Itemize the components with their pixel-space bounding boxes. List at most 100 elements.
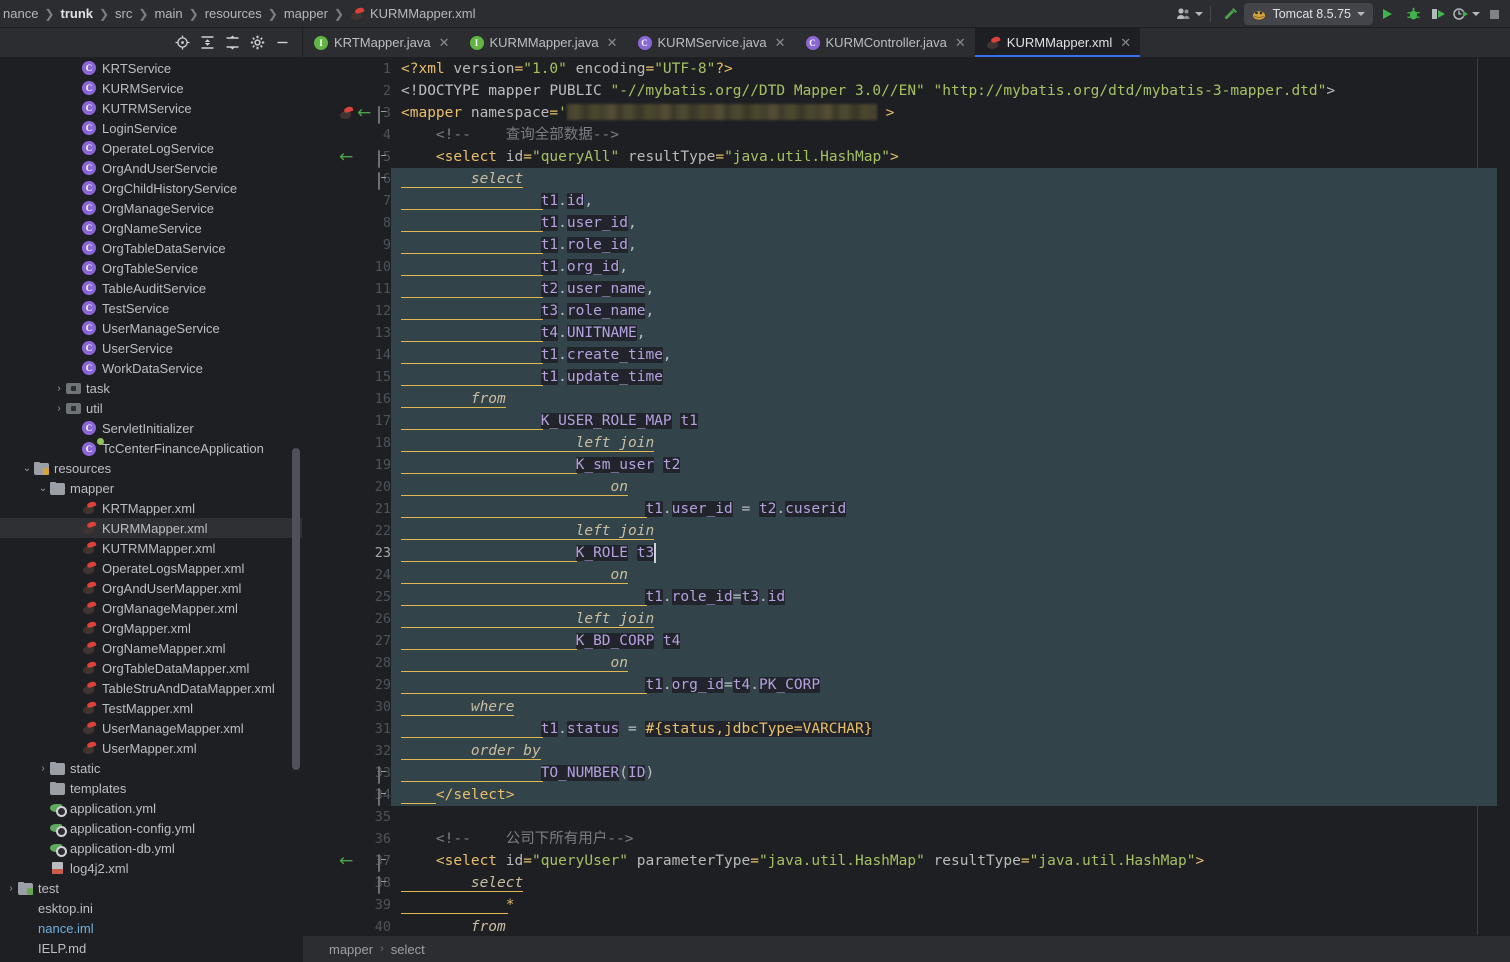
gutter-line-31[interactable]: 31 bbox=[303, 718, 391, 740]
code-area[interactable]: 1 2 3 ← 4 5 ← 6 7 8 9 10 11 12 13 14 15 16 17 18 19 20 21 22 23 2… bbox=[303, 58, 1510, 935]
tree-item-krtmapper-xml[interactable]: KRTMapper.xml bbox=[0, 498, 302, 518]
tree-item-application-config-yml[interactable]: application-config.yml bbox=[0, 818, 302, 838]
code-fold-toggle[interactable] bbox=[378, 106, 389, 124]
code-line-29[interactable]: t1.org_id=t4.PK_CORP bbox=[391, 674, 1510, 696]
chevron-right-icon[interactable]: › bbox=[4, 883, 18, 894]
gutter-line-38[interactable]: 38 bbox=[303, 872, 391, 894]
chevron-right-icon[interactable]: › bbox=[52, 403, 66, 414]
code-line-25[interactable]: t1.role_id=t3.id bbox=[391, 586, 1510, 608]
run-with-coverage-button[interactable] bbox=[1427, 2, 1451, 26]
tree-item-testmapper-xml[interactable]: TestMapper.xml bbox=[0, 698, 302, 718]
tab-krtmapper-java[interactable]: I KRTMapper.java ✕ bbox=[303, 28, 459, 57]
gutter-line-6[interactable]: 6 bbox=[303, 168, 391, 190]
code-line-16[interactable]: from bbox=[391, 388, 1510, 410]
hide-icon[interactable] bbox=[275, 35, 290, 50]
tree-item-application-db-yml[interactable]: application-db.yml bbox=[0, 838, 302, 858]
breadcrumb-current-file[interactable]: KURMMapper.xml bbox=[349, 6, 476, 21]
code-fold-toggle[interactable] bbox=[378, 150, 389, 168]
gutter-line-11[interactable]: 11 bbox=[303, 278, 391, 300]
tree-item-organdusermapper-xml[interactable]: OrgAndUserMapper.xml bbox=[0, 578, 302, 598]
build-hammer-icon[interactable] bbox=[1218, 2, 1242, 26]
tree-item-application-yml[interactable]: application.yml bbox=[0, 798, 302, 818]
editor-gutter[interactable]: 1 2 3 ← 4 5 ← 6 7 8 9 10 11 12 13 14 15 16 17 18 19 20 21 22 23 2… bbox=[303, 58, 391, 935]
tab-kurmmapper-xml[interactable]: KURMMapper.xml ✕ bbox=[974, 28, 1141, 57]
tree-item-tccenterfinanceapplication[interactable]: C TcCenterFinanceApplication bbox=[0, 438, 302, 458]
gutter-line-25[interactable]: 25 bbox=[303, 586, 391, 608]
gutter-line-2[interactable]: 2 bbox=[303, 80, 391, 102]
tree-item-tablestruanddatamapper-xml[interactable]: TableStruAndDataMapper.xml bbox=[0, 678, 302, 698]
gutter-line-19[interactable]: 19 bbox=[303, 454, 391, 476]
breadcrumb-item-3[interactable]: main bbox=[153, 6, 183, 21]
code-line-14[interactable]: t1.create_time, bbox=[391, 344, 1510, 366]
breadcrumb-item-2[interactable]: src bbox=[114, 6, 133, 21]
gutter-line-1[interactable]: 1 bbox=[303, 58, 391, 80]
navigate-to-mapper-icon[interactable]: ← bbox=[339, 148, 353, 166]
chevron-right-icon[interactable]: › bbox=[36, 763, 50, 774]
code-line-17[interactable]: K_USER_ROLE_MAP t1 bbox=[391, 410, 1510, 432]
tab-kurmcontroller-java[interactable]: C KURMController.java ✕ bbox=[795, 28, 975, 57]
breadcrumb-item-5[interactable]: mapper bbox=[283, 6, 329, 21]
sidebar-scrollbar-track[interactable] bbox=[292, 58, 301, 962]
code-line-39[interactable]: * bbox=[391, 894, 1510, 916]
stop-button[interactable] bbox=[1482, 2, 1506, 26]
code-line-32[interactable]: order by bbox=[391, 740, 1510, 762]
tree-item-static[interactable]: › static bbox=[0, 758, 302, 778]
debug-button[interactable] bbox=[1401, 2, 1425, 26]
code-fold-toggle[interactable] bbox=[378, 172, 389, 190]
tree-item-orgtabledataservice[interactable]: C OrgTableDataService bbox=[0, 238, 302, 258]
project-tree-panel[interactable]: C KRTService C KURMService C KUTRMService C Log… bbox=[0, 58, 303, 962]
code-line-23[interactable]: K_ROLE t3 bbox=[391, 542, 1510, 564]
tree-item-ielp-md[interactable]: IELP.md bbox=[0, 938, 302, 958]
tree-item-orgnamemapper-xml[interactable]: OrgNameMapper.xml bbox=[0, 638, 302, 658]
tree-item-loginservice[interactable]: C LoginService bbox=[0, 118, 302, 138]
code-fold-toggle[interactable] bbox=[378, 788, 389, 806]
gear-icon[interactable] bbox=[250, 35, 265, 50]
tree-item-test[interactable]: › test bbox=[0, 878, 302, 898]
sidebar-scrollbar-thumb[interactable] bbox=[292, 448, 300, 770]
gutter-line-28[interactable]: 28 bbox=[303, 652, 391, 674]
tree-item-orgchildhistoryservice[interactable]: C OrgChildHistoryService bbox=[0, 178, 302, 198]
gutter-line-36[interactable]: 36 bbox=[303, 828, 391, 850]
gutter-line-10[interactable]: 10 bbox=[303, 256, 391, 278]
gutter-line-34[interactable]: 34 bbox=[303, 784, 391, 806]
code-line-33[interactable]: TO_NUMBER(ID) bbox=[391, 762, 1510, 784]
code-line-9[interactable]: t1.role_id, bbox=[391, 234, 1510, 256]
run-button[interactable] bbox=[1375, 2, 1399, 26]
code-line-24[interactable]: on bbox=[391, 564, 1510, 586]
code-line-3[interactable]: <mapper namespace=' > bbox=[391, 102, 1510, 124]
gutter-line-21[interactable]: 21 bbox=[303, 498, 391, 520]
editor-marker-bar[interactable] bbox=[1497, 58, 1510, 935]
gutter-line-13[interactable]: 13 bbox=[303, 322, 391, 344]
expand-all-icon[interactable] bbox=[200, 35, 215, 50]
code-line-34[interactable]: </select> bbox=[391, 784, 1510, 806]
code-line-4[interactable]: <!-- 查询全部数据--> bbox=[391, 124, 1510, 146]
close-icon[interactable]: ✕ bbox=[775, 35, 786, 51]
code-line-2[interactable]: <!DOCTYPE mapper PUBLIC "-//mybatis.org/… bbox=[391, 80, 1510, 102]
tree-item-mapper[interactable]: ⌄ mapper bbox=[0, 478, 302, 498]
code-fold-end[interactable] bbox=[378, 766, 389, 784]
chevron-right-icon[interactable]: › bbox=[52, 383, 66, 394]
tree-item-kurmmapper-xml[interactable]: KURMMapper.xml bbox=[0, 518, 302, 538]
gutter-line-3[interactable]: 3 ← bbox=[303, 102, 391, 124]
code-line-27[interactable]: K_BD_CORP t4 bbox=[391, 630, 1510, 652]
code-line-20[interactable]: on bbox=[391, 476, 1510, 498]
chevron-down-icon[interactable]: ⌄ bbox=[36, 483, 50, 494]
tree-item-kutrmmapper-xml[interactable]: KUTRMMapper.xml bbox=[0, 538, 302, 558]
code-line-19[interactable]: K_sm_user t2 bbox=[391, 454, 1510, 476]
collapse-all-icon[interactable] bbox=[225, 35, 240, 50]
tree-item-usermanagemapper-xml[interactable]: UserManageMapper.xml bbox=[0, 718, 302, 738]
close-icon[interactable]: ✕ bbox=[1120, 35, 1131, 51]
code-line-26[interactable]: left join bbox=[391, 608, 1510, 630]
code-line-10[interactable]: t1.org_id, bbox=[391, 256, 1510, 278]
gutter-line-5[interactable]: 5 ← bbox=[303, 146, 391, 168]
tree-item-templates[interactable]: templates bbox=[0, 778, 302, 798]
chevron-down-icon[interactable]: ⌄ bbox=[20, 463, 34, 474]
breadcrumb-item-1[interactable]: trunk bbox=[59, 6, 94, 21]
code-line-12[interactable]: t3.role_name, bbox=[391, 300, 1510, 322]
tree-item-servletinitializer[interactable]: C ServletInitializer bbox=[0, 418, 302, 438]
code-line-30[interactable]: where bbox=[391, 696, 1510, 718]
code-fold-toggle[interactable] bbox=[378, 876, 389, 894]
tree-item-operatelogservice[interactable]: C OperateLogService bbox=[0, 138, 302, 158]
code-line-37[interactable]: <select id="queryUser" parameterType="ja… bbox=[391, 850, 1510, 872]
tree-item-orgmanageservice[interactable]: C OrgManageService bbox=[0, 198, 302, 218]
